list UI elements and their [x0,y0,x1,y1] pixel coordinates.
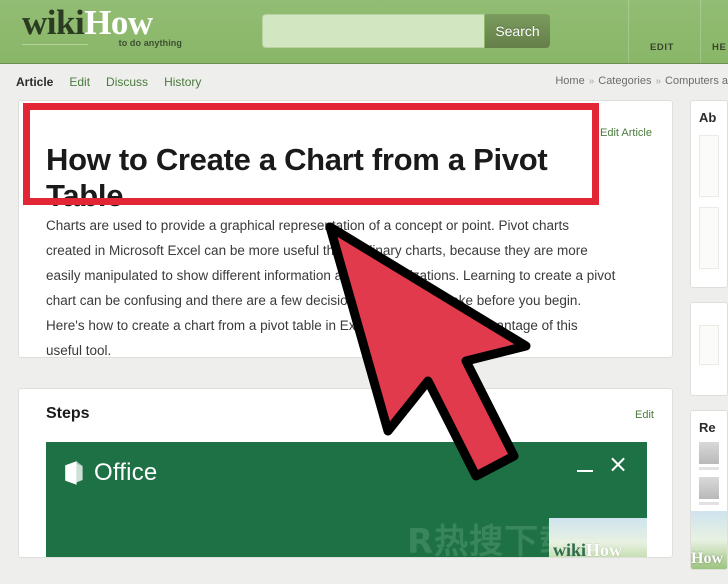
tab-history[interactable]: History [164,75,201,89]
wikihow-logo[interactable]: wikiHow to do anything [22,3,182,52]
sidebar-extra-box [699,325,719,365]
top-nav-help[interactable]: HE [712,42,726,53]
logo-tagline: to do anything [118,38,182,48]
watermark-how-text: How [586,540,623,558]
article-tabbar: Article Edit Discuss History Home» Categorie… [0,64,728,98]
right-sidebar: Ab Re How [690,100,728,584]
logo-wiki-text: wiki [22,3,85,42]
top-nav-separator-1 [628,0,629,64]
top-nav-edit[interactable]: EDIT [650,42,674,53]
article-intro-text: Charts are used to provide a graphical r… [46,217,616,358]
sidebar-about-box-2 [699,207,719,269]
search-button[interactable]: Search [485,14,550,48]
related-caption-2 [699,502,719,505]
watermark-logo-text: wikiHow [553,540,623,558]
related-thumbnail-1[interactable] [699,442,719,464]
site-header: wikiHow to do anything Search EDIT HE [0,0,728,64]
tab-edit[interactable]: Edit [69,75,90,89]
watermark-wiki-text: wiki [553,540,587,558]
logo-how-text: How [84,3,153,42]
watermark: R热搜下载 wikiHow [387,516,647,558]
watermark-text: R热搜下载 [407,522,575,558]
close-icon[interactable]: × [607,452,629,476]
edit-article-link[interactable]: Edit Article [600,127,652,139]
sidebar-about-title: Ab [699,110,717,125]
sidebar-extra-card [690,302,728,396]
watermark-logo: wikiHow [549,518,647,558]
breadcrumb-item-computers[interactable]: Computers a [665,75,728,87]
sidebar-pointer-icon [691,119,692,137]
tab-article[interactable]: Article [16,75,53,89]
logo-wordmark: wikiHow [22,3,182,42]
breadcrumb-item-home[interactable]: Home [555,75,584,87]
search-form: Search [262,14,550,50]
office-app-label: Office [94,459,158,486]
breadcrumb-separator-2: » [655,76,662,87]
breadcrumb: Home» Categories» Computers a [555,75,728,87]
related-thumbnail-2[interactable] [699,477,719,499]
search-input[interactable] [262,14,484,48]
article-intro-card: How to Create a Chart from a Pivot Table… [18,100,673,358]
sidebar-related-card: Re How [690,410,728,570]
related-caption-1 [699,467,719,470]
page-title: How to Create a Chart from a Pivot Table [46,141,548,213]
breadcrumb-item-categories[interactable]: Categories [598,75,651,87]
steps-edit-link[interactable]: Edit [635,409,654,421]
steps-card: Steps Edit Office × R热搜下载 wikiHow [18,388,673,558]
logo-rule [22,44,88,45]
steps-heading: Steps [46,405,90,422]
office-logo: Office [63,458,157,488]
minimize-icon[interactable] [576,458,594,476]
tab-discuss[interactable]: Discuss [106,75,148,89]
breadcrumb-separator-1: » [588,76,595,87]
tab-list: Article Edit Discuss History [16,73,217,91]
sidebar-related-title: Re [699,420,716,435]
top-nav-separator-2 [700,0,701,64]
office-icon [63,460,85,486]
office-window-screenshot: Office × R热搜下载 wikiHow [46,442,647,558]
sidebar-bottom-logo: How [691,550,723,567]
related-thumbnail-4[interactable]: How [691,511,727,569]
sidebar-about-box-1 [699,135,719,197]
sidebar-about-card: Ab [690,100,728,288]
